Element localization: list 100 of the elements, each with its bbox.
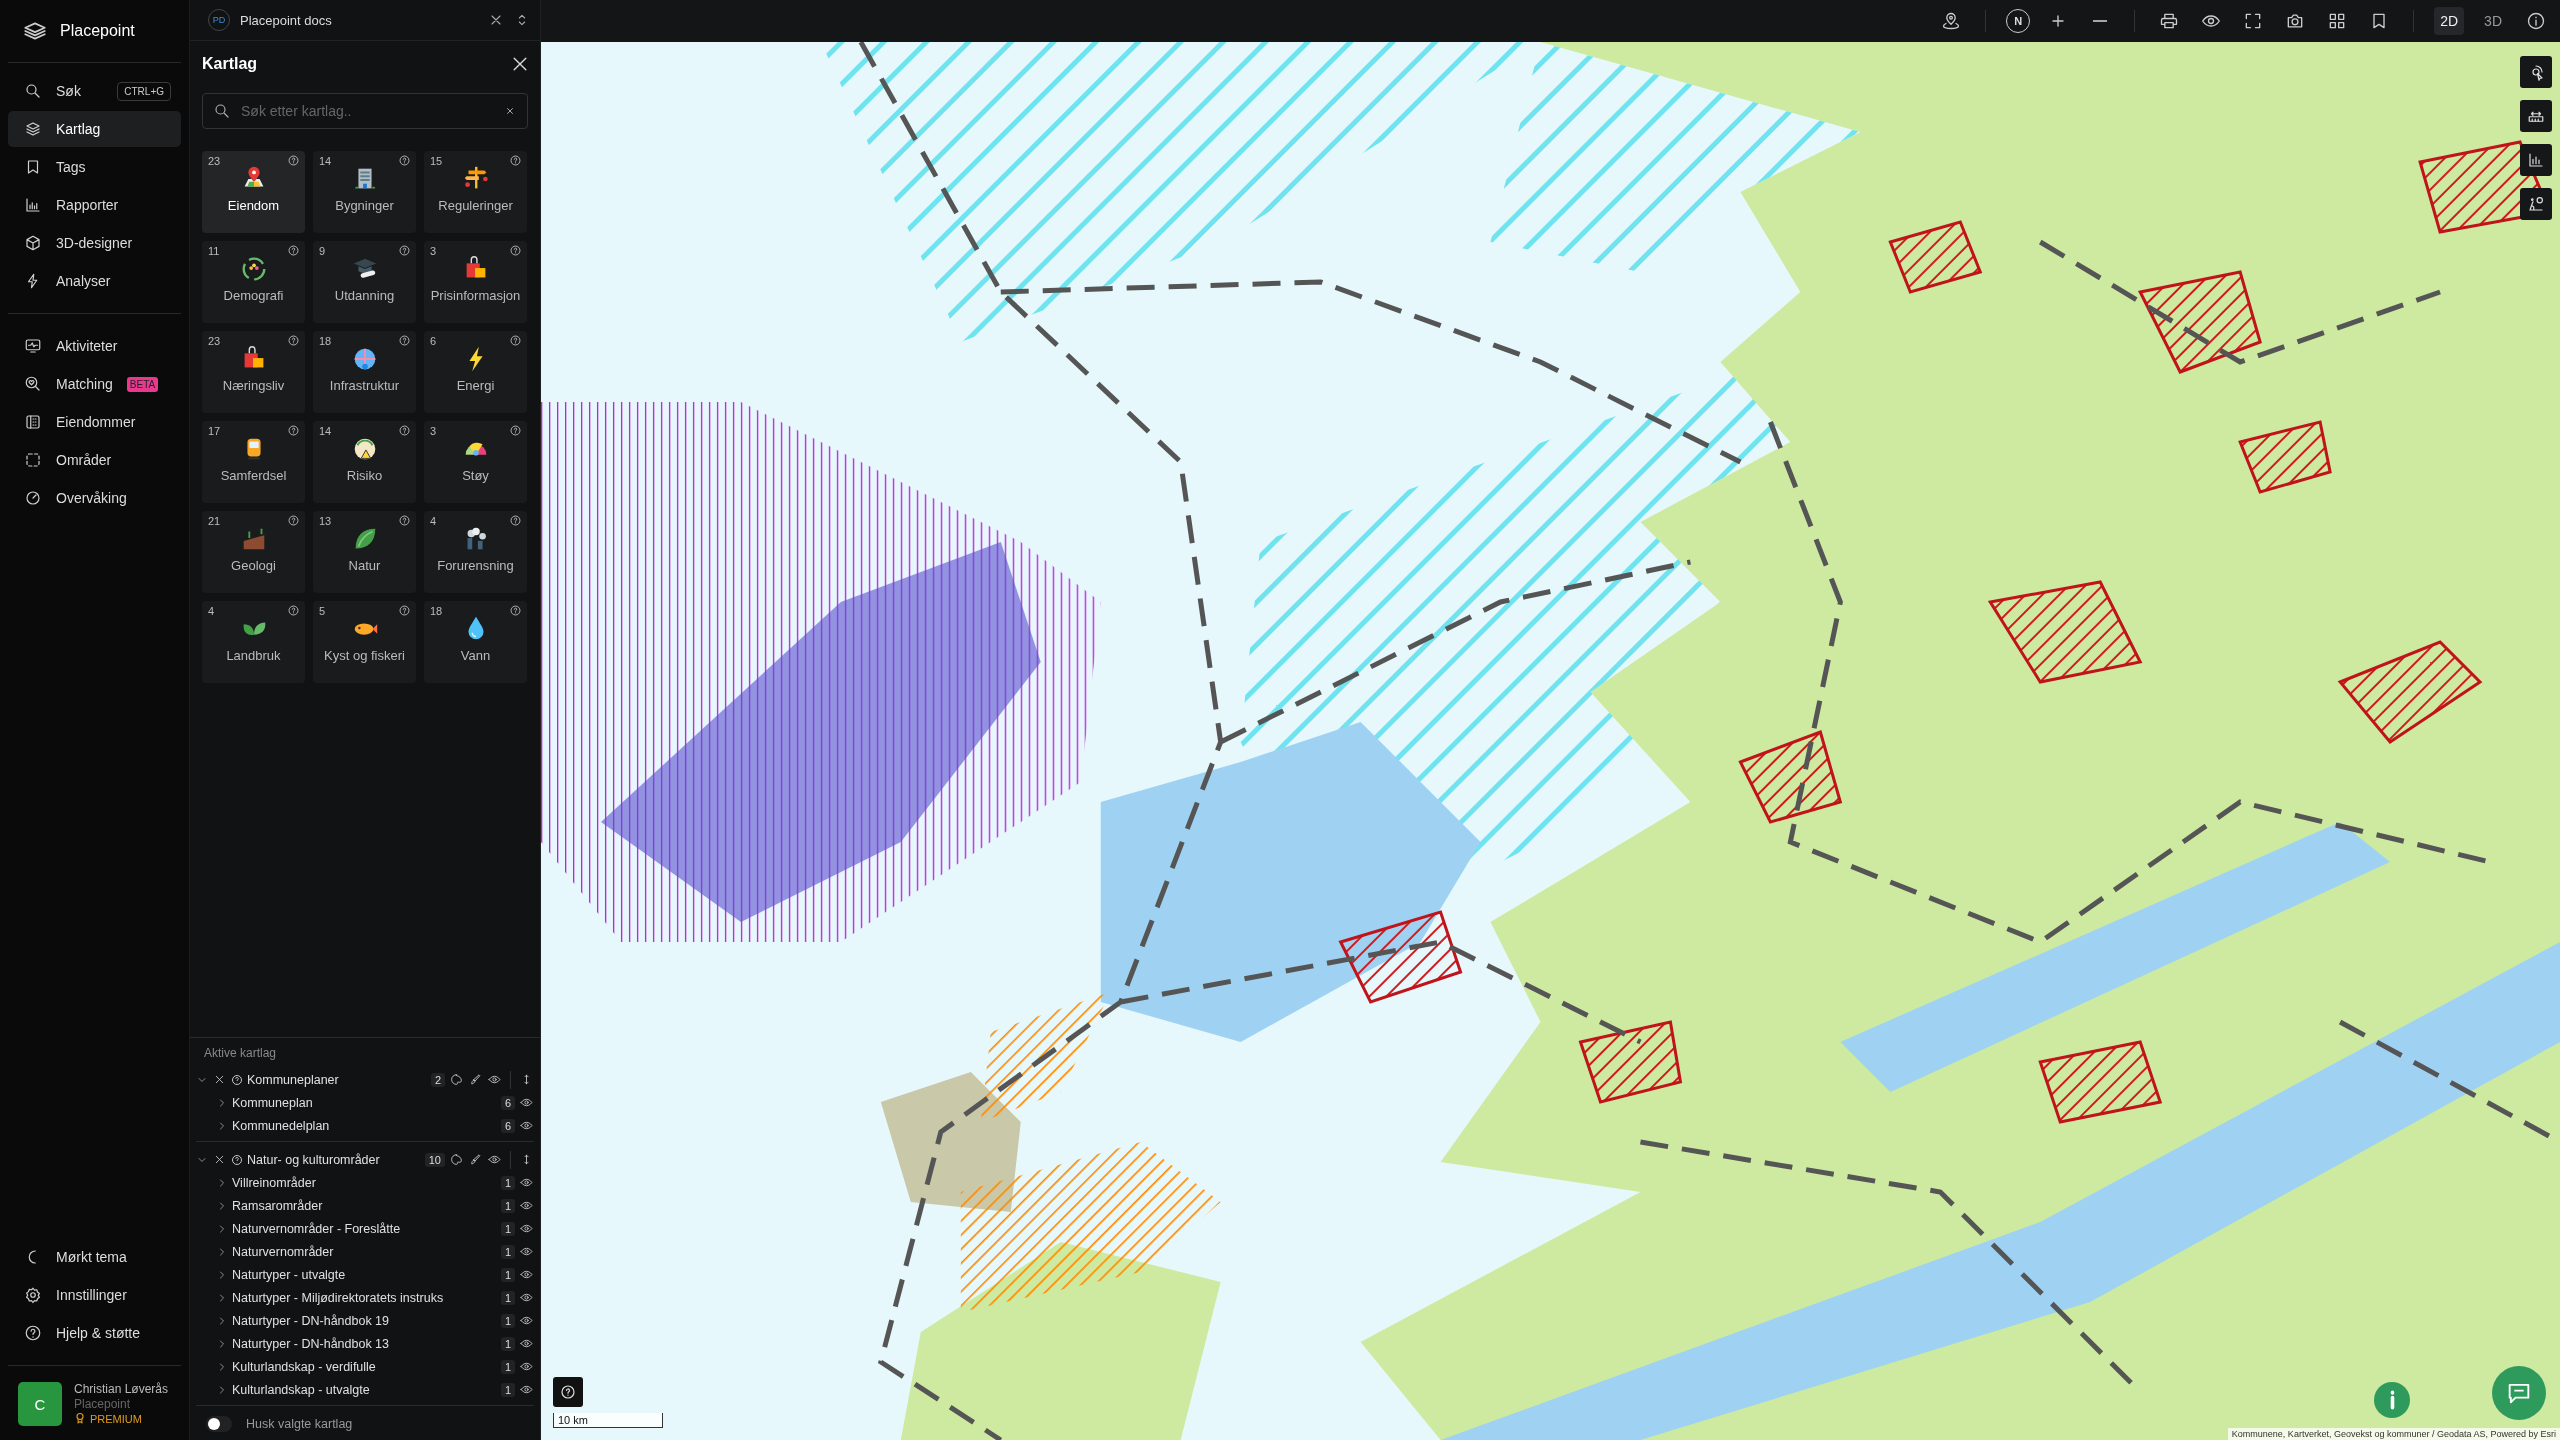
remove-icon (213, 1073, 226, 1086)
help-icon (288, 425, 299, 436)
category-label: Geologi (231, 558, 276, 573)
category-card[interactable]: 3 Støy (424, 421, 527, 503)
category-label: Reguleringer (438, 198, 513, 213)
brush-icon (469, 1153, 482, 1166)
nav-item[interactable]: Aktiviteter (8, 328, 181, 364)
panel-title: Kartlag (202, 55, 258, 73)
category-card[interactable]: 4 Forurensning (424, 511, 527, 593)
category-card[interactable]: 18 Infrastruktur (313, 331, 416, 413)
nav-item[interactable]: Hjelp & støtte (8, 1315, 181, 1351)
help-icon (399, 515, 410, 526)
layer-name[interactable]: Naturvernområder - Foreslåtte (232, 1221, 401, 1236)
layer-name[interactable]: Naturvernområder (232, 1244, 334, 1259)
category-label: Næringsliv (222, 378, 285, 393)
search-field[interactable]: Søk etter kartlag.. (202, 93, 528, 129)
nav-item[interactable]: Mørkt tema (8, 1239, 181, 1275)
category-card[interactable]: 23 Næringsliv (202, 331, 305, 413)
layer-name[interactable]: Kulturlandskap - verdifulle (232, 1359, 376, 1374)
layer-count: 1 (500, 1313, 515, 1328)
category-card[interactable]: 13 Natur (313, 511, 416, 593)
category-card[interactable]: 15 Reguleringer (424, 151, 527, 233)
category-label: Natur (348, 558, 381, 573)
help-icon (510, 335, 521, 346)
help-icon (288, 335, 299, 346)
workspace-name[interactable]: Placepoint docs (240, 12, 332, 28)
category-card[interactable]: 14 Bygninger (313, 151, 416, 233)
layer-count: 21 (208, 515, 221, 528)
category-card[interactable]: 4 Landbruk (202, 601, 305, 683)
layer-group-name[interactable]: Kommuneplaner (247, 1072, 339, 1087)
layer-count: 9 (319, 245, 326, 258)
ruler-button[interactable] (2520, 100, 2552, 132)
layer-name[interactable]: Naturtyper - utvalgte (232, 1267, 346, 1282)
printer-icon (2159, 11, 2180, 31)
help-icon (399, 605, 410, 616)
category-card[interactable]: 23 Eiendom (202, 151, 305, 233)
layer-name[interactable]: Villreinområder (232, 1175, 316, 1190)
category-card[interactable]: 18 Vann (424, 601, 527, 683)
layer-name[interactable]: Naturtyper - Miljødirektoratets instruks (232, 1290, 444, 1305)
layer-count: 17 (208, 425, 221, 438)
layer-count: 1 (500, 1267, 515, 1282)
category-label: Utdanning (334, 288, 395, 303)
category-card[interactable]: 14 Risiko (313, 421, 416, 503)
layer-group-name[interactable]: Natur- og kulturområder (247, 1152, 380, 1167)
nav-item[interactable]: Rapporter (8, 187, 181, 223)
nav-item[interactable]: 3D-designer (8, 225, 181, 261)
user-name: Christian Løverås (74, 1382, 169, 1396)
help-icon (510, 155, 521, 166)
category-card[interactable]: 21 Geologi (202, 511, 305, 593)
walking-timer-button[interactable] (2520, 188, 2552, 220)
category-card[interactable]: 17 Samferdsel (202, 421, 305, 503)
nav-item[interactable]: Søk CTRL+G (8, 73, 181, 109)
view-mode-tab[interactable]: 2D (2434, 7, 2465, 35)
category-card[interactable]: 5 Kyst og fiskeri (313, 601, 416, 683)
nav-item[interactable]: Tags (8, 149, 181, 185)
help-icon (510, 245, 521, 256)
layer-name[interactable]: Kommuneplan (232, 1095, 313, 1110)
help-icon (559, 1383, 577, 1401)
help-icon (231, 1153, 243, 1166)
pointer-target-button[interactable] (2520, 56, 2552, 88)
visibility-icon (520, 1314, 533, 1327)
visibility-icon (520, 1383, 533, 1396)
scale-bar: 10 km (553, 1413, 663, 1428)
category-label: Forurensning (437, 558, 514, 573)
nav-item[interactable]: Analyser (8, 263, 181, 299)
layer-name[interactable]: Naturtyper - DN-håndbok 13 (232, 1336, 390, 1351)
layer-name[interactable]: Kommunedelplan (232, 1118, 330, 1133)
visibility-icon (520, 1119, 533, 1132)
nav-item[interactable]: Matching BETA (8, 366, 181, 402)
layer-count: 3 (430, 425, 437, 438)
category-card[interactable]: 6 Energi (424, 331, 527, 413)
bar-chart-button[interactable] (2520, 144, 2552, 176)
category-label: Infrastruktur (329, 378, 400, 393)
nav-item[interactable]: Kartlag (8, 111, 181, 147)
layer-count: 23 (208, 155, 221, 168)
remove-icon (213, 1153, 226, 1166)
layer-count: 5 (319, 605, 326, 618)
view-mode-tab[interactable]: 3D (2478, 7, 2508, 35)
layer-name[interactable]: Kulturlandskap - utvalgte (232, 1382, 370, 1397)
user-avatar[interactable]: C (18, 1382, 62, 1426)
layer-count: 1 (500, 1175, 515, 1190)
layer-count: 4 (430, 515, 437, 528)
category-card[interactable]: 3 Prisinformasjon (424, 241, 527, 323)
award-ribbon-icon (74, 1412, 86, 1424)
category-label: Bygninger (335, 198, 394, 213)
nav-item[interactable]: Områder (8, 442, 181, 478)
layer-name[interactable]: Ramsarområder (232, 1198, 323, 1213)
clear-icon (504, 105, 516, 117)
location-pin-icon (1941, 11, 1962, 31)
layer-count: 18 (319, 335, 332, 348)
toggle-switch[interactable] (206, 1416, 232, 1432)
category-card[interactable]: 9 Utdanning (313, 241, 416, 323)
help-icon (399, 245, 410, 256)
layer-count: 2 (430, 1072, 445, 1087)
help-button[interactable] (553, 1377, 583, 1407)
category-card[interactable]: 11 Demografi (202, 241, 305, 323)
nav-item[interactable]: Eiendommer (8, 404, 181, 440)
nav-item[interactable]: Innstillinger (8, 1277, 181, 1313)
layer-name[interactable]: Naturtyper - DN-håndbok 19 (232, 1313, 390, 1328)
nav-item[interactable]: Overvåking (8, 480, 181, 516)
